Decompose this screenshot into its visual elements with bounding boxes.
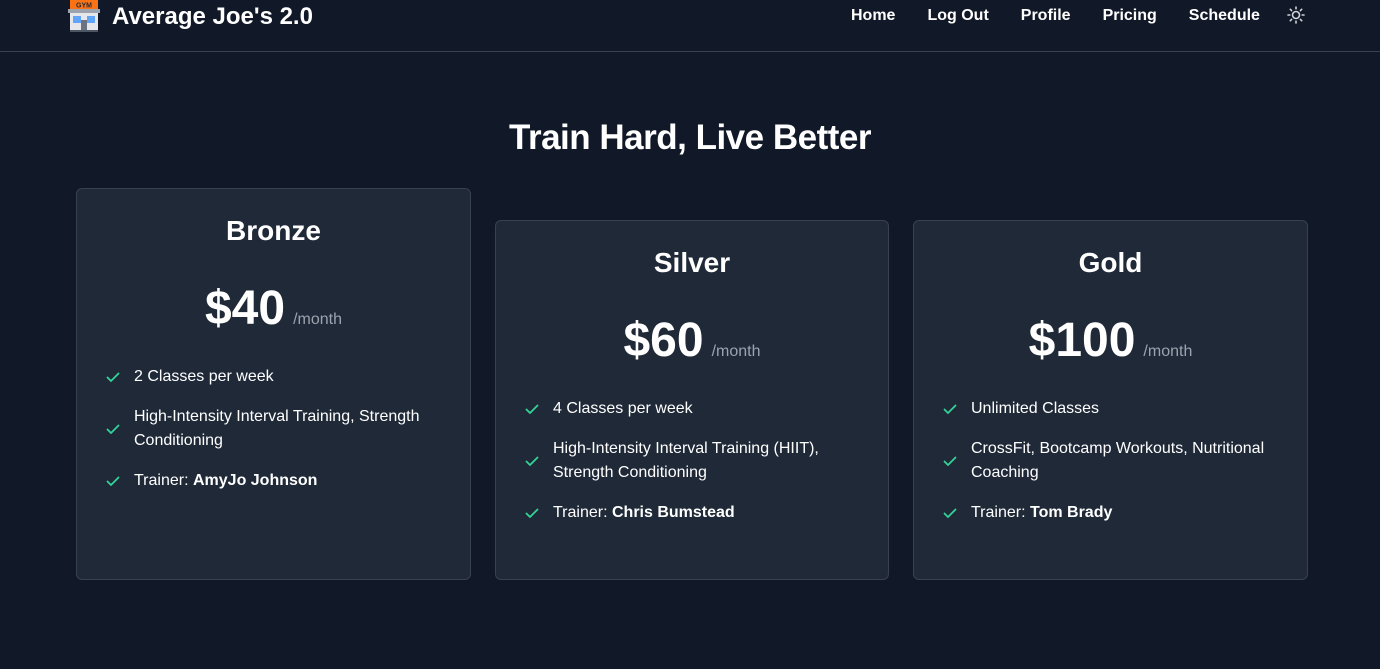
feature-list: 4 Classes per week High-Intensity Interv… [524, 397, 864, 541]
feature-text: CrossFit, Bootcamp Workouts, Nutritional… [971, 440, 1265, 481]
feature-item: 4 Classes per week [524, 397, 864, 421]
feature-item: CrossFit, Bootcamp Workouts, Nutritional… [942, 437, 1283, 485]
pricing-card-bronze: Bronze $40 /month 2 Classes per week Hig… [76, 188, 471, 580]
feature-item: High-Intensity Interval Training (HIIT),… [524, 437, 864, 485]
nav-home-link[interactable]: Home [851, 7, 895, 25]
plan-tier: Bronze [226, 215, 321, 246]
feature-list: 2 Classes per week High-Intensity Interv… [105, 365, 446, 509]
feature-item-trainer: Trainer: Tom Brady [942, 501, 1283, 525]
pricing-card-silver: Silver $60 /month 4 Classes per week Hig… [495, 220, 889, 580]
trainer-label: Trainer: [134, 472, 189, 489]
plan-price: $40 [204, 282, 286, 335]
feature-item: High-Intensity Interval Training, Streng… [105, 405, 446, 453]
check-icon [525, 508, 539, 518]
plan-period: /month [1143, 343, 1193, 360]
logo-text: GYM [76, 3, 92, 10]
trainer-line: Trainer: Tom Brady [971, 501, 1112, 525]
trainer-name: Chris Bumstead [611, 504, 735, 521]
gym-logo-icon: GYM [68, 0, 100, 32]
feature-text: High-Intensity Interval Training, Streng… [134, 408, 420, 449]
feature-text: Unlimited Classes [971, 400, 1100, 417]
plan-price: $60 [623, 314, 704, 367]
price-row: $40 /month [77, 281, 470, 336]
trainer-name: Tom Brady [1029, 504, 1113, 521]
check-icon [525, 404, 539, 414]
hero-title: Train Hard, Live Better [509, 118, 871, 157]
trainer-line: Trainer: Chris Bumstead [553, 501, 735, 525]
feature-text: High-Intensity Interval Training (HIIT),… [553, 440, 819, 481]
pricing-card-gold: Gold $100 /month Unlimited Classes Cross… [913, 220, 1308, 580]
brand-name: Average Joe's 2.0 [112, 3, 313, 30]
check-icon [943, 508, 957, 518]
trainer-name: AmyJo Johnson [192, 472, 318, 489]
trainer-line: Trainer: AmyJo Johnson [134, 469, 317, 493]
nav-profile-link[interactable]: Profile [1021, 7, 1071, 25]
trainer-label: Trainer: [553, 504, 608, 521]
plan-period: /month [711, 343, 761, 360]
feature-list: Unlimited Classes CrossFit, Bootcamp Wor… [942, 397, 1283, 541]
feature-text: 4 Classes per week [553, 400, 693, 417]
feature-item-trainer: Trainer: Chris Bumstead [524, 501, 864, 525]
feature-item: Unlimited Classes [942, 397, 1283, 421]
plan-period: /month [293, 311, 342, 328]
brand-link[interactable]: GYM Average Joe's 2.0 [68, 0, 313, 32]
nav-schedule-link[interactable]: Schedule [1189, 7, 1260, 25]
price-row: $100 /month [914, 313, 1307, 368]
plan-tier: Gold [1078, 247, 1143, 278]
nav-pricing-link[interactable]: Pricing [1103, 7, 1157, 25]
check-icon [525, 456, 539, 466]
feature-item: 2 Classes per week [105, 365, 446, 389]
sun-icon[interactable] [1286, 5, 1306, 25]
nav-logout-link[interactable]: Log Out [927, 7, 988, 25]
check-icon [106, 476, 120, 486]
check-icon [943, 456, 957, 466]
nav-links: Home Log Out Profile Pricing Schedule [851, 6, 1292, 26]
check-icon [106, 372, 120, 382]
trainer-label: Trainer: [971, 504, 1026, 521]
feature-item-trainer: Trainer: AmyJo Johnson [105, 469, 446, 493]
navbar: GYM Average Joe's 2.0 Home Log Out Profi… [0, 0, 1380, 52]
check-icon [106, 424, 120, 434]
price-row: $60 /month [496, 313, 888, 368]
plan-tier: Silver [653, 247, 731, 278]
check-icon [943, 404, 957, 414]
plan-price: $100 [1028, 314, 1136, 367]
feature-text: 2 Classes per week [134, 368, 274, 385]
